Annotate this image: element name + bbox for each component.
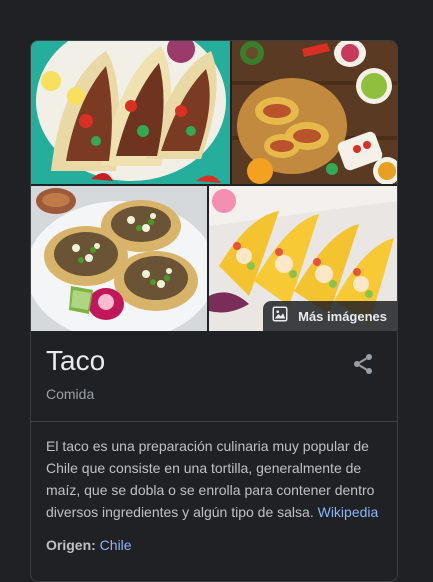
- share-icon: [354, 354, 372, 374]
- entity-description: El taco es una preparación culinaria muy…: [31, 422, 397, 523]
- fact-row-origin: Origen: Chile: [31, 523, 397, 553]
- taco-image-2[interactable]: [232, 41, 397, 184]
- entity-title: Taco: [46, 345, 106, 376]
- knowledge-panel: Más imágenes Taco Comida El taco es una …: [30, 40, 398, 582]
- taco-image-3[interactable]: [31, 186, 207, 331]
- taco-image-1[interactable]: [31, 41, 230, 184]
- share-button[interactable]: [351, 352, 375, 376]
- fact-key: Origen:: [46, 537, 96, 553]
- entity-header: Taco Comida: [31, 331, 397, 422]
- more-images-label: Más imágenes: [298, 308, 387, 324]
- wikipedia-link[interactable]: Wikipedia: [318, 504, 379, 520]
- image-icon: [271, 305, 289, 328]
- fact-value-link[interactable]: Chile: [100, 537, 132, 553]
- more-images-button[interactable]: Más imágenes: [263, 301, 397, 331]
- image-gallery: Más imágenes: [31, 41, 397, 331]
- taco-photo-3: [31, 186, 207, 331]
- taco-photo-1: [31, 41, 230, 184]
- taco-photo-2: [232, 41, 397, 184]
- entity-subtitle: Comida: [46, 386, 95, 402]
